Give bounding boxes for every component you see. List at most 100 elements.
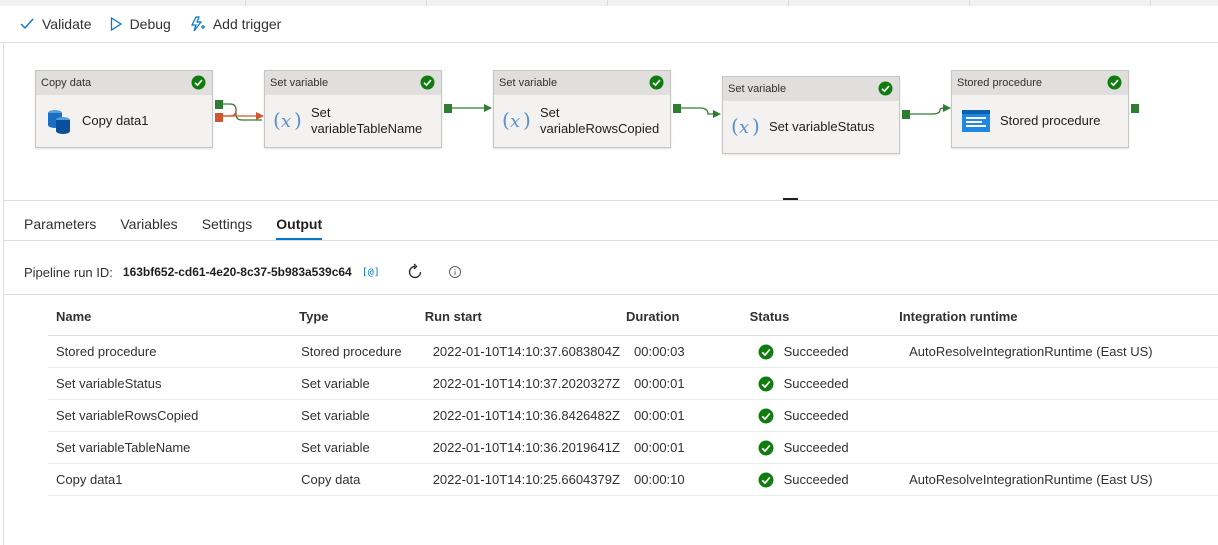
activity-name-line2: variableRowsCopied xyxy=(540,121,660,136)
success-check-icon xyxy=(649,75,664,90)
cell-status: Succeeded xyxy=(750,376,900,392)
success-check-icon xyxy=(758,408,774,424)
activity-set-variable-rowscopied[interactable]: Set variable ( x ) Set variableRowsCopie… xyxy=(493,70,681,148)
cell-name: Stored procedure xyxy=(56,344,157,359)
status-text: Succeeded xyxy=(783,440,849,455)
activity-header: Set variable xyxy=(265,71,441,95)
column-header-run-start[interactable]: Run start xyxy=(425,309,626,324)
table-header: Name Type Run start Duration Status Inte… xyxy=(48,298,1218,336)
variable-icon: ( x ) xyxy=(502,109,531,132)
cell-run-start: 2022-01-10T14:10:36.2019641Z xyxy=(432,440,620,455)
activity-type-label: Stored procedure xyxy=(957,77,1042,89)
success-output-port[interactable] xyxy=(1131,104,1139,113)
svg-text:(: ( xyxy=(273,109,281,132)
status-text: Succeeded xyxy=(783,376,849,391)
success-output-port[interactable] xyxy=(215,100,223,109)
add-trigger-button[interactable]: Add trigger xyxy=(189,16,281,32)
cell-name: Set variableRowsCopied xyxy=(56,408,199,423)
success-check-icon xyxy=(758,440,774,456)
success-output-port[interactable] xyxy=(444,104,452,113)
validate-button[interactable]: Validate xyxy=(20,16,92,32)
activity-type-label: Set variable xyxy=(728,83,787,95)
activity-type-label: Set variable xyxy=(270,77,329,89)
activity-stored-procedure[interactable]: Stored procedure Stored procedure xyxy=(951,70,1139,148)
pipeline-run-id-label: Pipeline run ID: xyxy=(24,264,113,280)
success-check-icon xyxy=(420,75,435,90)
activity-name: Set variableRowsCopied xyxy=(540,105,659,137)
variable-icon: ( x ) xyxy=(731,115,760,138)
cell-type: Set variable xyxy=(301,440,370,455)
cell-name: Set variableTableName xyxy=(56,440,191,455)
canvas-divider xyxy=(4,200,1218,201)
activity-body: ( x ) Set variableStatus xyxy=(723,101,899,153)
table-row[interactable]: Set variableTableName Set variable 2022-… xyxy=(48,432,1218,464)
column-header-duration[interactable]: Duration xyxy=(626,309,750,324)
cell-status: Succeeded xyxy=(750,440,900,456)
pipeline-toolbar: Validate Debug Add trigger xyxy=(0,6,1218,43)
table-row[interactable]: Set variableStatus Set variable 2022-01-… xyxy=(48,368,1218,400)
activity-set-variable-tablename[interactable]: Set variable ( x ) Set variableTableName xyxy=(264,70,452,148)
lightning-icon xyxy=(190,16,205,32)
svg-text:): ) xyxy=(523,109,531,132)
debug-button[interactable]: Debug xyxy=(110,16,171,32)
cell-status: Succeeded xyxy=(750,408,900,424)
status-text: Succeeded xyxy=(783,408,849,423)
table-row[interactable]: Stored procedure Stored procedure 2022-0… xyxy=(48,336,1218,368)
cell-type: Set variable xyxy=(301,376,370,391)
debug-label: Debug xyxy=(129,16,171,32)
tab-settings[interactable]: Settings xyxy=(202,208,253,240)
pipeline-run-row: Pipeline run ID: 163bf652-cd61-4e20-8c37… xyxy=(24,262,462,282)
cell-run-start: 2022-01-10T14:10:36.8426482Z xyxy=(432,408,620,423)
cell-type: Stored procedure xyxy=(301,344,402,359)
info-icon[interactable] xyxy=(448,265,462,279)
activity-copy-data[interactable]: Copy data Copy data1 xyxy=(35,70,223,148)
validate-label: Validate xyxy=(42,16,92,32)
tab-parameters[interactable]: Parameters xyxy=(24,208,96,240)
cell-status: Succeeded xyxy=(750,344,900,360)
activity-name: Stored procedure xyxy=(1000,113,1101,128)
cell-run-start: 2022-01-10T14:10:25.6604379Z xyxy=(432,472,620,487)
cell-duration: 00:00:01 xyxy=(634,440,685,455)
success-check-icon xyxy=(758,376,774,392)
column-header-integration-runtime[interactable]: Integration runtime xyxy=(899,309,1218,324)
svg-text:x: x xyxy=(739,117,749,138)
success-check-icon xyxy=(758,472,774,488)
variable-icon: ( x ) xyxy=(273,109,302,132)
cell-duration: 00:00:03 xyxy=(634,344,685,359)
activity-body: ( x ) Set variableRowsCopied xyxy=(494,95,670,147)
activity-header: Set variable xyxy=(723,77,899,101)
activity-type-label: Set variable xyxy=(499,77,558,89)
success-check-icon xyxy=(758,344,774,360)
column-header-type[interactable]: Type xyxy=(299,309,425,324)
activity-name: Set variableTableName xyxy=(311,105,423,136)
activity-header: Stored procedure xyxy=(952,71,1128,95)
activity-name: Copy data1 xyxy=(82,113,149,128)
add-trigger-label: Add trigger xyxy=(212,16,282,32)
column-header-status[interactable]: Status xyxy=(750,309,899,324)
refresh-icon[interactable] xyxy=(406,263,424,281)
cell-type: Copy data xyxy=(301,472,361,487)
tab-output[interactable]: Output xyxy=(276,208,322,240)
success-output-port[interactable] xyxy=(902,110,910,119)
column-header-name[interactable]: Name xyxy=(48,309,299,324)
table-row[interactable]: Copy data1 Copy data 2022-01-10T14:10:25… xyxy=(48,464,1218,496)
pipeline-run-id-value: 163bf652-cd61-4e20-8c37-5b983a539c64 xyxy=(122,265,352,279)
play-icon xyxy=(110,17,122,31)
tab-variables[interactable]: Variables xyxy=(120,208,177,240)
tabs-divider xyxy=(4,240,1218,241)
activity-set-variable-status[interactable]: Set variable ( x ) Set variableStatus xyxy=(722,76,910,154)
cell-type: Set variable xyxy=(301,408,370,423)
cell-integration-runtime: AutoResolveIntegrationRuntime (East US) xyxy=(909,344,1153,359)
cell-name: Copy data1 xyxy=(56,472,123,487)
activity-body: ( x ) Set variableTableName xyxy=(265,95,441,147)
activity-header: Copy data xyxy=(36,71,212,95)
pipeline-canvas[interactable]: Copy data Copy data1 Set variable ( x ) … xyxy=(4,44,1218,200)
cell-duration: 00:00:01 xyxy=(634,376,685,391)
svg-text:x: x xyxy=(510,111,520,132)
table-row[interactable]: Set variableRowsCopied Set variable 2022… xyxy=(48,400,1218,432)
failure-output-port[interactable] xyxy=(215,113,223,122)
success-output-port[interactable] xyxy=(673,104,681,113)
activity-runs-table: Name Type Run start Duration Status Inte… xyxy=(48,298,1218,496)
svg-text:x: x xyxy=(281,111,291,132)
copy-icon[interactable]: [@] xyxy=(362,267,380,278)
